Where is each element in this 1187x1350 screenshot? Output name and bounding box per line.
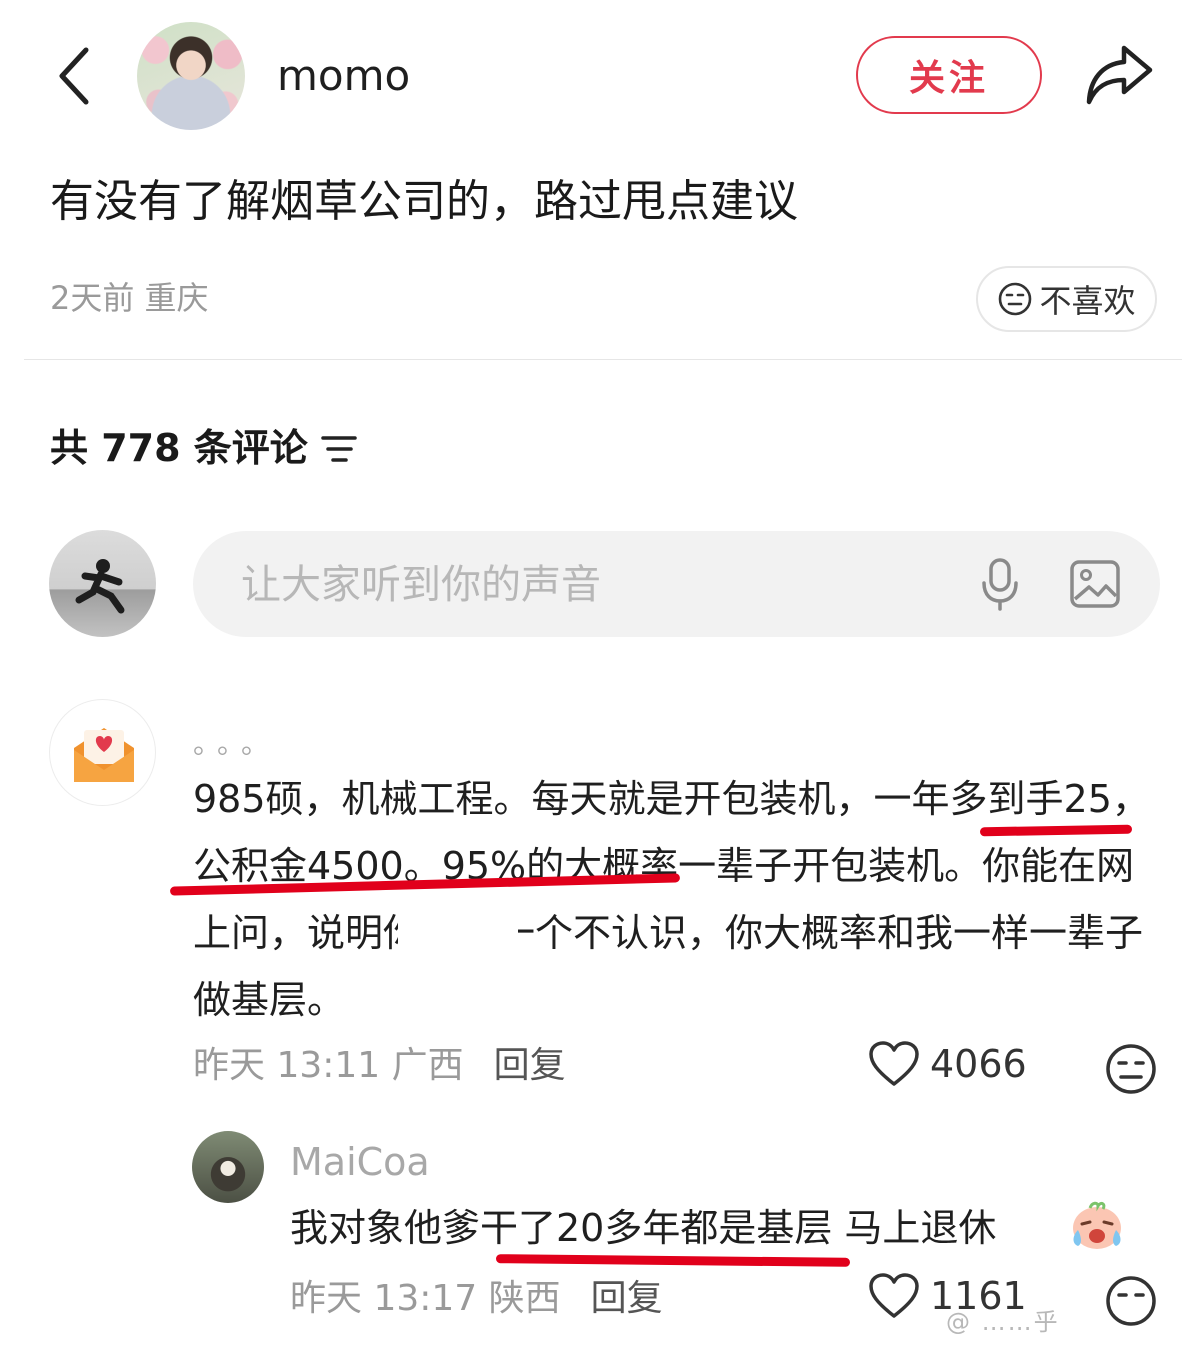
heart-icon [869, 1041, 919, 1086]
author-avatar[interactable] [137, 22, 245, 130]
red-underline-annotation [495, 1254, 851, 1267]
commenter-username[interactable]: 。。。 [193, 726, 279, 762]
post-title: 有没有了解烟草公司的，路过甩点建议 [50, 176, 798, 227]
reply-reply-button[interactable]: 回复 [591, 1278, 663, 1319]
comment-input[interactable]: 让大家听到你的声音 [193, 531, 1160, 637]
reply-button[interactable]: 回复 [494, 1045, 566, 1086]
reply-text: 我对象他爹干了20多年都是基层 马上退休 [290, 1206, 997, 1250]
runner-silhouette-icon [75, 559, 125, 614]
reply-time-location: 昨天 13:17 陕西 [290, 1278, 561, 1319]
watermark: @ ……乎 [946, 1308, 1060, 1336]
dislike-button[interactable]: 不喜欢 [976, 266, 1157, 332]
comment-text: 985硕，机械工程。每天就是开包装机，一年多到手25，公积金4500。95%的大… [193, 777, 1150, 1022]
meh-face-icon [999, 282, 1032, 316]
heart-icon [869, 1273, 919, 1318]
like-button[interactable]: 4066 [868, 1040, 1027, 1088]
reply-avatar[interactable] [192, 1131, 264, 1203]
censor-mosaic [398, 904, 518, 956]
comment-placeholder: 让大家听到你的声音 [241, 562, 601, 608]
back-arrow-icon[interactable] [52, 44, 98, 108]
dislike-label: 不喜欢 [1039, 282, 1136, 320]
comment-time-location: 昨天 13:11 广西 [193, 1045, 464, 1086]
follow-button[interactable]: 关注 [856, 36, 1042, 114]
share-icon[interactable] [1084, 42, 1154, 108]
reply-username[interactable]: MaiCoa [290, 1138, 430, 1186]
divider [24, 359, 1182, 360]
love-letter-icon [74, 728, 134, 782]
dislike-face-icon[interactable] [1104, 1042, 1158, 1096]
like-count: 4066 [930, 1042, 1027, 1086]
comment-meta: 昨天 13:11 广西 回复 [193, 1042, 566, 1090]
image-icon[interactable] [1069, 559, 1121, 609]
post-meta: 2天前 重庆 [50, 279, 209, 317]
reply-meta: 昨天 13:17 陕西 回复 [290, 1275, 663, 1323]
my-avatar [49, 530, 156, 637]
crying-laugh-emoji-icon [1073, 1201, 1121, 1249]
comment-count: 共 778 条评论 [50, 426, 308, 470]
microphone-icon[interactable] [979, 557, 1021, 611]
sort-icon[interactable] [320, 432, 358, 466]
author-name[interactable]: momo [277, 48, 410, 104]
commenter-avatar[interactable] [49, 699, 156, 806]
reply-dislike-face-icon[interactable] [1104, 1274, 1158, 1328]
